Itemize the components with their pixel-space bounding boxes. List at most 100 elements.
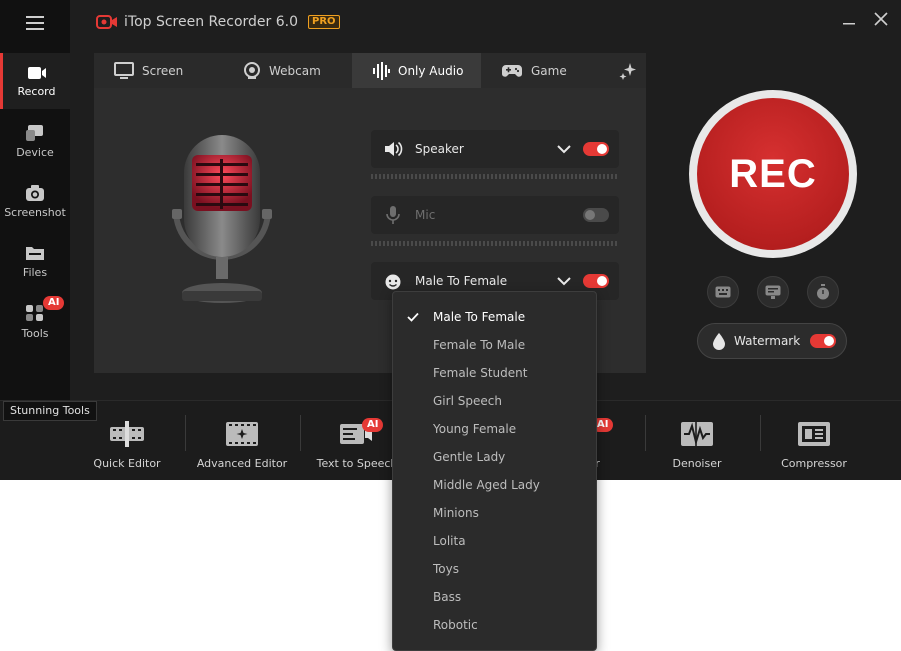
voice-option-label: Minions — [433, 506, 479, 520]
voice-changer-dropdown: Male To Female Female To Male Female Stu… — [392, 291, 597, 651]
mic-level-meter — [371, 241, 619, 246]
voice-option-label: Young Female — [433, 422, 517, 436]
voice-option-label: Gentle Lady — [433, 450, 506, 464]
rec-button[interactable]: REC — [697, 98, 849, 250]
sidebar-item-label: Screenshot — [4, 205, 66, 219]
device-icon — [26, 124, 43, 141]
minimize-icon — [843, 23, 855, 25]
compressor-icon — [798, 422, 830, 446]
speaker-dropdown-button[interactable] — [557, 144, 571, 154]
tool-separator — [645, 415, 646, 451]
voice-changer-dropdown-button[interactable] — [557, 276, 571, 286]
voice-option[interactable]: Male To Female — [393, 303, 596, 331]
speaker-icon — [385, 141, 403, 157]
tab-webcam[interactable]: Webcam — [223, 53, 352, 88]
tool-label: Advanced Editor — [196, 457, 288, 470]
drop-icon — [713, 333, 725, 350]
voice-option-label: Female Student — [433, 366, 528, 380]
voice-changer-label: Male To Female — [415, 274, 508, 288]
watermark-toggle[interactable] — [810, 334, 836, 348]
tab-label: Game — [531, 63, 567, 78]
tool-advanced-editor[interactable]: Advanced Editor — [197, 421, 287, 470]
sidebar-item-label: Record — [17, 84, 56, 98]
close-button[interactable] — [870, 8, 892, 30]
voice-option-label: Female To Male — [433, 338, 526, 352]
sidebar-item-files[interactable]: Files — [0, 233, 70, 289]
microphone-illustration-icon — [172, 135, 272, 303]
voice-changer-toggle[interactable] — [583, 274, 609, 288]
voice-option[interactable]: Middle Aged Lady — [393, 471, 596, 499]
voice-option-label: Robotic — [433, 618, 478, 632]
tab-screen[interactable]: Screen — [94, 53, 223, 88]
tool-label: Text to Speech — [316, 457, 398, 470]
mic-icon — [386, 206, 400, 224]
tool-separator — [185, 415, 186, 451]
tool-label: Compressor — [781, 457, 847, 470]
voice-option[interactable]: Girl Speech — [393, 387, 596, 415]
mic-row: Mic — [371, 196, 619, 234]
watermark-control: Watermark — [697, 323, 847, 359]
tab-only-audio[interactable]: Only Audio — [352, 53, 481, 88]
title-bar: iTop Screen Recorder 6.0 PRO — [70, 0, 901, 46]
sparkle-icon — [619, 62, 636, 80]
voice-option[interactable]: Minions — [393, 499, 596, 527]
tool-compressor[interactable]: Compressor — [780, 421, 848, 470]
close-icon — [874, 12, 888, 26]
tab-label: Screen — [142, 63, 184, 78]
record-icon — [27, 66, 46, 79]
tab-ai-effects[interactable] — [610, 53, 646, 88]
tab-label: Only Audio — [398, 63, 464, 78]
sidebar-item-screenshot[interactable]: Screenshot — [0, 173, 70, 229]
sidebar-item-label: Device — [16, 145, 54, 159]
mic-label: Mic — [415, 208, 436, 222]
sidebar-item-device[interactable]: Device — [0, 113, 70, 169]
voice-option[interactable]: Lolita — [393, 527, 596, 555]
voice-option[interactable]: Bass — [393, 583, 596, 611]
sidebar-item-label: Tools — [21, 326, 49, 340]
film-sparkle-icon — [226, 422, 258, 446]
mic-toggle[interactable] — [583, 208, 609, 222]
tool-separator — [300, 415, 301, 451]
annotation-button[interactable] — [757, 276, 789, 308]
speaker-label: Speaker — [415, 142, 464, 156]
tool-label: Denoiser — [672, 457, 722, 470]
monitor-icon — [114, 61, 134, 79]
timer-button[interactable] — [807, 276, 839, 308]
checkmark-icon — [393, 312, 433, 322]
watermark-label: Watermark — [734, 334, 801, 348]
app-title-text: iTop Screen Recorder 6.0 — [124, 14, 299, 30]
tools-section-label: Stunning Tools — [3, 401, 97, 421]
stopwatch-icon — [817, 284, 829, 300]
tab-game[interactable]: Game — [481, 53, 610, 88]
speaker-toggle[interactable] — [583, 142, 609, 156]
voice-option[interactable]: Robotic — [393, 611, 596, 639]
mode-tabs: Screen Webcam Only Audio Game — [94, 53, 646, 88]
tool-separator — [760, 415, 761, 451]
tool-quick-editor[interactable]: Quick Editor — [92, 421, 162, 470]
voice-option-label: Male To Female — [433, 310, 526, 324]
tool-label: Quick Editor — [93, 457, 161, 470]
sidebar-item-record[interactable]: Record — [0, 53, 70, 109]
camera-icon — [26, 184, 44, 201]
tool-text-to-speech[interactable]: Text to Speech AI — [316, 418, 398, 470]
app-title: iTop Screen Recorder 6.0 PRO — [96, 14, 340, 30]
sidebar-item-tools[interactable]: Tools AI — [0, 293, 70, 349]
pro-badge: PRO — [308, 15, 340, 29]
voice-option[interactable]: Young Female — [393, 415, 596, 443]
keyboard-button[interactable] — [707, 276, 739, 308]
tab-label: Webcam — [269, 63, 321, 78]
tool-denoiser[interactable]: Denoiser — [667, 421, 727, 470]
audio-wave-icon — [373, 61, 390, 80]
voice-option[interactable]: Female To Male — [393, 331, 596, 359]
voice-option-label: Lolita — [433, 534, 466, 548]
voice-option-label: Girl Speech — [433, 394, 502, 408]
chevron-down-icon — [557, 145, 571, 154]
voice-option[interactable]: Female Student — [393, 359, 596, 387]
voice-option-label: Bass — [433, 590, 462, 604]
voice-option[interactable]: Toys — [393, 555, 596, 583]
minimize-button[interactable] — [838, 8, 860, 30]
voice-option[interactable]: Gentle Lady — [393, 443, 596, 471]
menu-button[interactable] — [0, 0, 70, 46]
ai-badge: AI — [362, 418, 384, 432]
app-logo-icon — [96, 15, 117, 29]
